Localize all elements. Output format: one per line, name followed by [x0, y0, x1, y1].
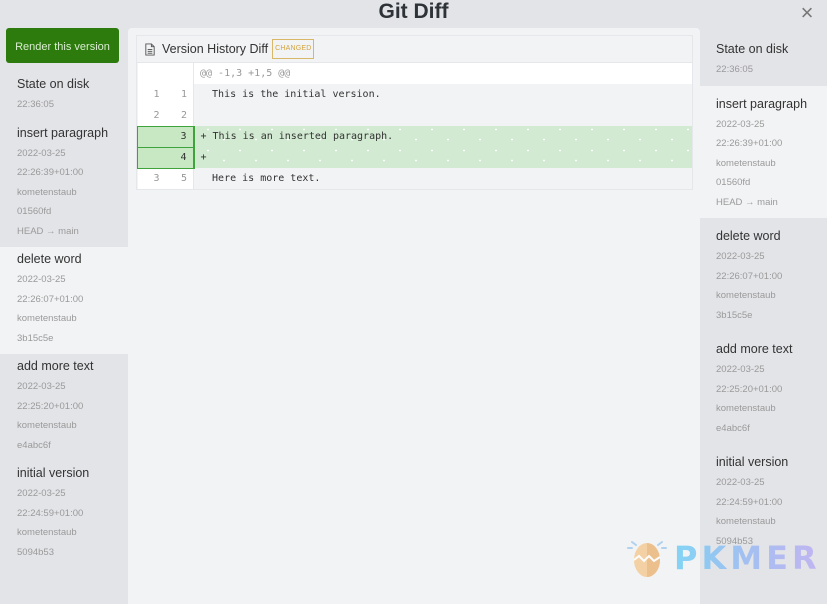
old-line-number: 1 [137, 84, 166, 105]
diff-context-row: 22 [137, 105, 692, 126]
version-item[interactable]: State on disk 22:36:05 [0, 72, 128, 121]
version-item[interactable]: delete word 2022-03-25 22:26:07+01:00 komet… [700, 218, 827, 331]
new-line-number [165, 63, 194, 84]
hunk-header-row: @@ -1,3 +1,5 @@ [137, 63, 692, 84]
new-line-number: 5 [165, 168, 194, 189]
version-title: delete word [17, 252, 82, 266]
file-text-icon [145, 42, 155, 56]
version-item[interactable]: add more text 2022-03-25 22:25:20+01:00 kom… [700, 331, 827, 444]
version-meta: 22:26:07+01:00 [716, 270, 783, 282]
version-meta: 2022-03-25 [17, 488, 66, 499]
diff-file-header: Version History Diff CHANGED [137, 36, 692, 63]
version-meta: 22:25:20+01:00 [716, 383, 783, 395]
version-meta: 22:24:59+01:00 [716, 496, 783, 508]
version-meta: 2022-03-25 [716, 251, 765, 262]
hunk-header: @@ -1,3 +1,5 @@ [193, 63, 692, 84]
changed-badge: CHANGED [272, 39, 315, 59]
render-version-button[interactable]: Render this version [6, 28, 119, 63]
version-title: insert paragraph [17, 125, 109, 140]
diff-insert-row: 4 + [137, 146, 692, 169]
version-meta: e4abc6f [17, 439, 51, 451]
version-meta: 22:26:39+01:00 [716, 138, 783, 149]
version-meta: 2022-03-25 [17, 274, 66, 285]
version-meta: kometenstaub [17, 186, 77, 198]
version-title: add more text [716, 342, 793, 356]
diff-line-text: + [194, 147, 692, 168]
version-item[interactable]: insert paragraph 2022-03-25 22:26:39+01:00… [0, 121, 128, 248]
version-meta: 3b15c5e [17, 332, 54, 344]
version-meta: kometenstaub [716, 516, 776, 527]
version-meta: 01560fd [716, 177, 751, 188]
version-meta: HEAD → main [716, 196, 778, 208]
version-item[interactable]: initial version 2022-03-25 22:24:59+01:00 k… [0, 461, 128, 568]
diff-file: Version History Diff CHANGED @@ -1,3 +1,… [136, 35, 693, 190]
version-title: initial version [17, 466, 90, 480]
old-line-number [137, 146, 166, 169]
version-meta: 01560fd [17, 206, 52, 217]
old-line-number [137, 125, 166, 148]
new-line-number: 3 [165, 125, 195, 148]
diff-filename: Version History Diff [162, 42, 269, 56]
version-item[interactable]: insert paragraph 2022-03-25 22:26:39+01:00… [700, 85, 827, 218]
version-meta: e4abc6f [716, 422, 750, 434]
left-version-list: State on disk 22:36:05 insert paragraph 202… [0, 72, 128, 568]
version-title: initial version [716, 455, 789, 469]
diff-line-text: Here is more text. [193, 168, 692, 189]
version-item[interactable]: delete word 2022-03-25 22:26:07+01:00 komet… [0, 247, 128, 354]
version-meta: HEAD → main [17, 225, 79, 237]
version-meta: 2022-03-25 [17, 147, 66, 159]
diff-view: Version History Diff CHANGED @@ -1,3 +1,… [128, 28, 700, 604]
git-diff-modal: Git Diff × Render this version State on … [0, 0, 827, 604]
version-meta: 2022-03-25 [716, 477, 765, 488]
left-version-panel: Render this version State on disk 22:36:0… [0, 28, 128, 604]
new-line-number: 1 [165, 84, 194, 105]
new-line-number: 2 [165, 105, 194, 126]
version-title: delete word [716, 229, 781, 243]
right-version-panel: State on disk 22:36:05 insert paragraph 202… [700, 28, 827, 604]
diff-insert-row: 3 + This is an inserted paragraph. [137, 125, 692, 148]
version-title: State on disk [716, 42, 789, 56]
pkmer-watermark: PKMER [626, 536, 821, 580]
diff-line-text: + This is an inserted paragraph. [194, 126, 692, 147]
version-meta: 3b15c5e [716, 309, 753, 321]
version-meta: kometenstaub [17, 313, 77, 324]
old-line-number: 3 [137, 168, 166, 189]
version-meta: 22:25:20+01:00 [17, 400, 84, 412]
version-meta: 2022-03-25 [716, 364, 765, 375]
version-meta: 5094b53 [17, 546, 54, 558]
close-icon[interactable]: × [797, 2, 817, 24]
diff-line-text [193, 105, 692, 126]
right-version-list: State on disk 22:36:05 insert paragraph 202… [700, 28, 827, 557]
version-meta: 22:24:59+01:00 [17, 507, 84, 519]
diff-line-text: This is the initial version. [193, 84, 692, 105]
version-meta: 2022-03-25 [17, 381, 66, 392]
new-line-number: 4 [165, 146, 195, 169]
version-title: insert paragraph [716, 96, 808, 111]
version-meta: kometenstaub [17, 527, 77, 538]
old-line-number [137, 63, 166, 84]
diff-table: @@ -1,3 +1,5 @@ 11 This is the initial v… [137, 63, 692, 189]
watermark-text: PKMER [674, 539, 821, 577]
version-meta: 22:36:05 [17, 99, 54, 110]
version-title: State on disk [17, 77, 90, 91]
version-title: add more text [17, 359, 94, 373]
version-meta: kometenstaub [716, 157, 776, 169]
version-meta: 22:36:05 [716, 64, 753, 75]
old-line-number: 2 [137, 105, 166, 126]
version-item[interactable]: add more text 2022-03-25 22:25:20+01:00 kom… [0, 354, 128, 461]
cracked-egg-logo-icon [627, 541, 667, 577]
diff-context-row: 35 Here is more text. [137, 168, 692, 189]
version-meta: 2022-03-25 [716, 118, 765, 130]
version-item[interactable]: State on disk 22:36:05 [700, 28, 827, 86]
version-meta: 22:26:07+01:00 [17, 293, 84, 305]
diff-context-row: 11 This is the initial version. [137, 84, 692, 105]
version-meta: kometenstaub [716, 290, 776, 301]
version-meta: 22:26:39+01:00 [17, 167, 84, 178]
version-meta: kometenstaub [17, 420, 77, 431]
version-meta: kometenstaub [716, 403, 776, 414]
modal-title: Git Diff [378, 0, 449, 23]
